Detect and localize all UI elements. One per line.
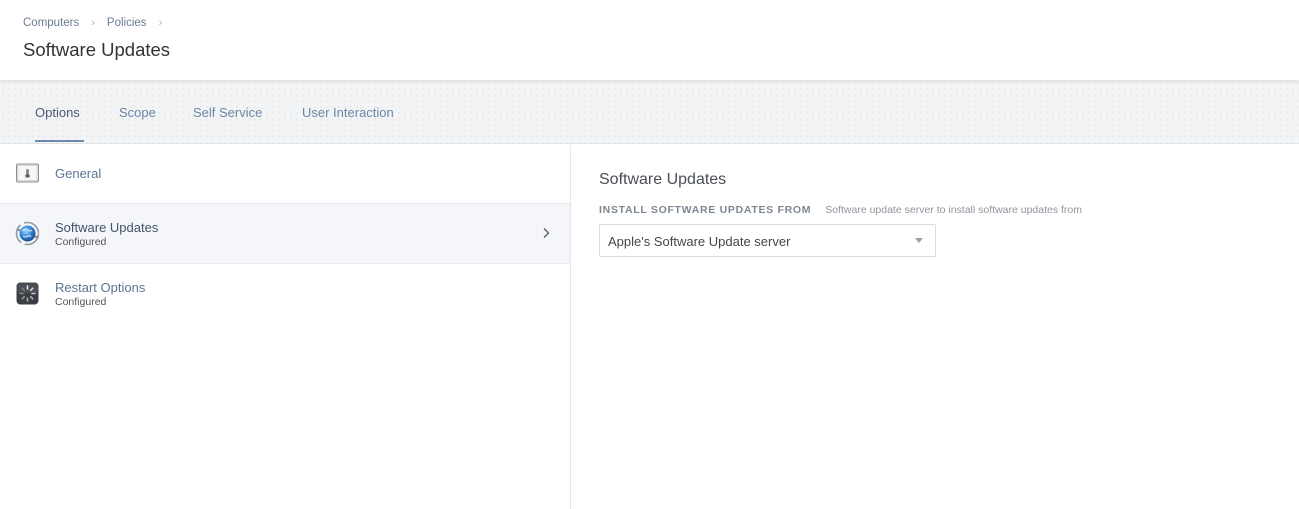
settings-panel: Software Updates INSTALL SOFTWARE UPDATE… [571, 145, 1299, 509]
select-value: Apple's Software Update server [608, 234, 791, 249]
tab-bar: Options Scope Self Service User Interact… [0, 80, 1299, 144]
sidebar-item-label: Software Updates [55, 220, 159, 235]
restart-icon [16, 282, 39, 305]
software-update-globe-icon [15, 221, 40, 246]
sidebar-item-label: Restart Options [55, 280, 146, 295]
sidebar-item-software-updates[interactable]: Software Updates Configured [0, 203, 570, 264]
field-label-row: INSTALL SOFTWARE UPDATES FROM Software u… [599, 204, 1082, 216]
tab-self-service[interactable]: Self Service [193, 105, 262, 120]
tab-user-interaction[interactable]: User Interaction [302, 105, 394, 120]
section-title: Software Updates [599, 171, 727, 188]
options-sidebar: General Software Updates Configured Rest… [0, 145, 571, 509]
sidebar-item-general[interactable]: General [0, 145, 570, 203]
update-source-select[interactable]: Apple's Software Update server [599, 224, 936, 257]
sidebar-item-restart-options[interactable]: Restart Options Configured [0, 264, 570, 324]
breadcrumb: Computers › Policies › [23, 17, 174, 29]
page-title: Software Updates [23, 39, 171, 60]
breadcrumb-separator-icon: › [91, 17, 95, 29]
tab-scope[interactable]: Scope [119, 105, 156, 120]
active-tab-indicator [35, 140, 84, 142]
chevron-right-icon [543, 228, 550, 238]
field-label: INSTALL SOFTWARE UPDATES FROM [599, 204, 812, 216]
caret-down-icon [915, 238, 923, 243]
breadcrumb-computers[interactable]: Computers [23, 17, 79, 29]
tab-options[interactable]: Options [35, 105, 80, 120]
general-icon [16, 163, 39, 183]
sidebar-item-status: Configured [55, 296, 107, 308]
breadcrumb-policies[interactable]: Policies [107, 17, 147, 29]
sidebar-item-status: Configured [55, 236, 107, 248]
page-header: Computers › Policies › Software Updates [0, 0, 1299, 80]
sidebar-item-label: General [55, 166, 102, 181]
breadcrumb-separator-icon: › [158, 17, 163, 29]
field-hint: Software update server to install softwa… [825, 204, 1083, 216]
